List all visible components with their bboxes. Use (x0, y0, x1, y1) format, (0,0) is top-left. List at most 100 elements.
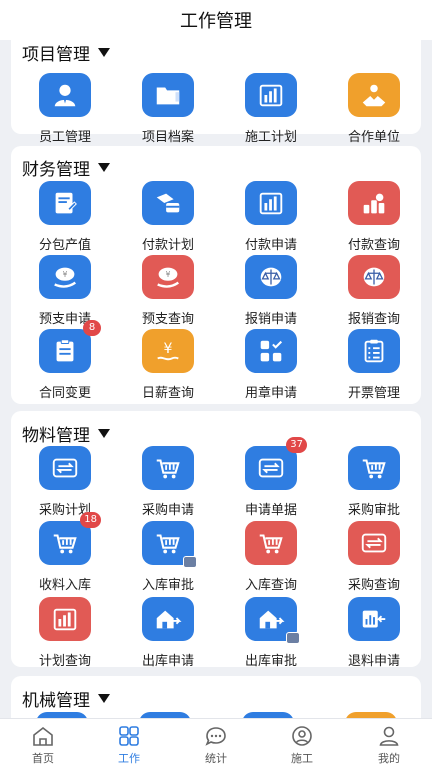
section-material-title[interactable]: 物料管理 (22, 421, 110, 446)
cart-icon (156, 534, 180, 554)
money-hand-icon: ¥ (157, 267, 179, 288)
menu-item-9[interactable]: 计划查询 (15, 597, 115, 669)
menu-item-4[interactable]: 付款查询 (324, 181, 424, 253)
bottom-tab-bar: 首页 工作 统计 施工 我的 (0, 718, 432, 768)
menu-item-label: 出库审批 (244, 654, 297, 669)
menu-item-label: 合作单位 (347, 130, 400, 145)
cart-icon (53, 534, 77, 554)
menu-item-label: 采购查询 (347, 578, 400, 593)
menu-item-tile (245, 521, 297, 565)
menu-item-tile: 8 (39, 320, 101, 373)
menu-item-2[interactable]: 采购申请 (118, 446, 218, 518)
section-machine-title[interactable]: 机械管理 (22, 686, 110, 711)
menu-item-1[interactable]: 分包产值 (15, 181, 115, 253)
menu-item-6[interactable]: 入库审批 (118, 521, 218, 593)
menu-item-1[interactable]: 员工管理 (15, 73, 115, 145)
menu-item-label: 入库查询 (244, 578, 297, 593)
menu-item-4[interactable]: 合作单位 (324, 73, 424, 145)
menu-item-1[interactable]: 采购计划 (15, 446, 115, 518)
menu-item-label: 分包产值 (38, 238, 91, 253)
menu-item-9[interactable]: 8 合同变更 (15, 320, 115, 401)
tab-label: 统计 (205, 752, 227, 765)
caret-down-icon (98, 429, 110, 438)
app-header: 工作管理 (0, 0, 432, 40)
user-icon (54, 84, 76, 107)
tab-home[interactable]: 首页 (0, 719, 86, 768)
cart-icon (362, 459, 386, 479)
tab-label: 施工 (291, 752, 313, 765)
svg-text:¥: ¥ (63, 270, 68, 279)
checklist-icon (364, 339, 384, 363)
work-content[interactable]: 项目管理 财务管理 物料管理 机械管理 员工管理 项目档案 施工计划 合作单位分包产值… (0, 40, 432, 718)
tab-statistics[interactable]: 统计 (173, 719, 259, 768)
menu-item-label: 施工计划 (244, 130, 297, 145)
menu-item-label: 报销查询 (347, 312, 400, 327)
menu-item-label: 计划查询 (38, 654, 91, 669)
page-title: 工作管理 (180, 11, 252, 32)
menu-item-tile: ¥ (142, 329, 194, 373)
menu-item-6[interactable]: ¥ 预支查询 (118, 255, 218, 327)
menu-item-10[interactable]: 出库申请 (118, 597, 218, 669)
menu-item-tile (245, 255, 297, 299)
menu-item-tile (348, 597, 400, 641)
caret-down-icon (98, 48, 110, 57)
count-badge: 18 (80, 512, 101, 528)
menu-item-label: 开票管理 (347, 386, 400, 401)
menu-item-tile (39, 181, 91, 225)
money-hand-icon: ¥ (54, 267, 76, 288)
menu-item-7[interactable]: 入库查询 (221, 521, 321, 593)
menu-item-tile: 37 (245, 437, 307, 490)
menu-item-tile (348, 181, 400, 225)
tab-work[interactable]: 工作 (86, 719, 172, 768)
menu-item-tile: 18 (39, 512, 101, 565)
profile-icon (379, 726, 399, 746)
menu-item-label: 预支查询 (141, 312, 194, 327)
menu-item-3[interactable]: 37 申请单据 (221, 437, 321, 518)
menu-item-4[interactable]: 采购审批 (324, 446, 424, 518)
menu-item-tile (348, 329, 400, 373)
svg-text:¥: ¥ (164, 341, 173, 357)
menu-item-8[interactable]: 报销查询 (324, 255, 424, 327)
section-title-label: 项目管理 (22, 45, 90, 65)
folder-icon (156, 87, 180, 105)
menu-item-tile: ¥ (142, 255, 194, 299)
menu-item-11[interactable]: 用章申请 (221, 329, 321, 401)
menu-item-label: 报销申请 (244, 312, 297, 327)
chat-icon (205, 727, 226, 746)
menu-item-2[interactable]: 付款计划 (118, 181, 218, 253)
section-finance-title[interactable]: 财务管理 (22, 155, 110, 180)
menu-item-5[interactable]: ¥ 预支申请 (15, 255, 115, 327)
section-title-label: 财务管理 (22, 160, 90, 180)
menu-item-8[interactable]: 采购查询 (324, 521, 424, 593)
caret-down-icon (98, 694, 110, 703)
menu-item-3[interactable]: 施工计划 (221, 73, 321, 145)
menu-item-2[interactable]: 项目档案 (118, 73, 218, 145)
section-title-label: 物料管理 (22, 426, 90, 446)
menu-item-tile (39, 73, 91, 117)
balance-scale-icon (363, 267, 385, 287)
menu-item-label: 项目档案 (141, 130, 194, 145)
menu-item-tile (142, 446, 194, 490)
tab-construction[interactable]: 施工 (259, 719, 345, 768)
menu-item-label: 采购审批 (347, 503, 400, 518)
menu-item-tile (348, 446, 400, 490)
menu-item-7[interactable]: 报销申请 (221, 255, 321, 327)
menu-item-3[interactable]: 付款申请 (221, 181, 321, 253)
menu-item-tile (142, 73, 194, 117)
coins-stack-icon (363, 193, 385, 214)
grid-check-icon (260, 340, 283, 362)
menu-item-5[interactable]: 18 收料入库 (15, 512, 115, 593)
count-badge: 8 (83, 320, 101, 336)
menu-item-label: 付款查询 (347, 238, 400, 253)
bar-chart-icon (53, 608, 77, 631)
menu-item-11[interactable]: 出库审批 (221, 597, 321, 669)
menu-item-label: 申请单据 (244, 503, 297, 518)
clipboard-icon (56, 339, 74, 362)
tab-mine[interactable]: 我的 (346, 719, 432, 768)
menu-item-10[interactable]: ¥ 日薪查询 (118, 329, 218, 401)
menu-item-12[interactable]: 开票管理 (324, 329, 424, 401)
menu-item-tile (245, 181, 297, 225)
section-project-title[interactable]: 项目管理 (22, 40, 110, 65)
menu-item-label: 出库申请 (141, 654, 194, 669)
menu-item-12[interactable]: 退料申请 (324, 597, 424, 669)
